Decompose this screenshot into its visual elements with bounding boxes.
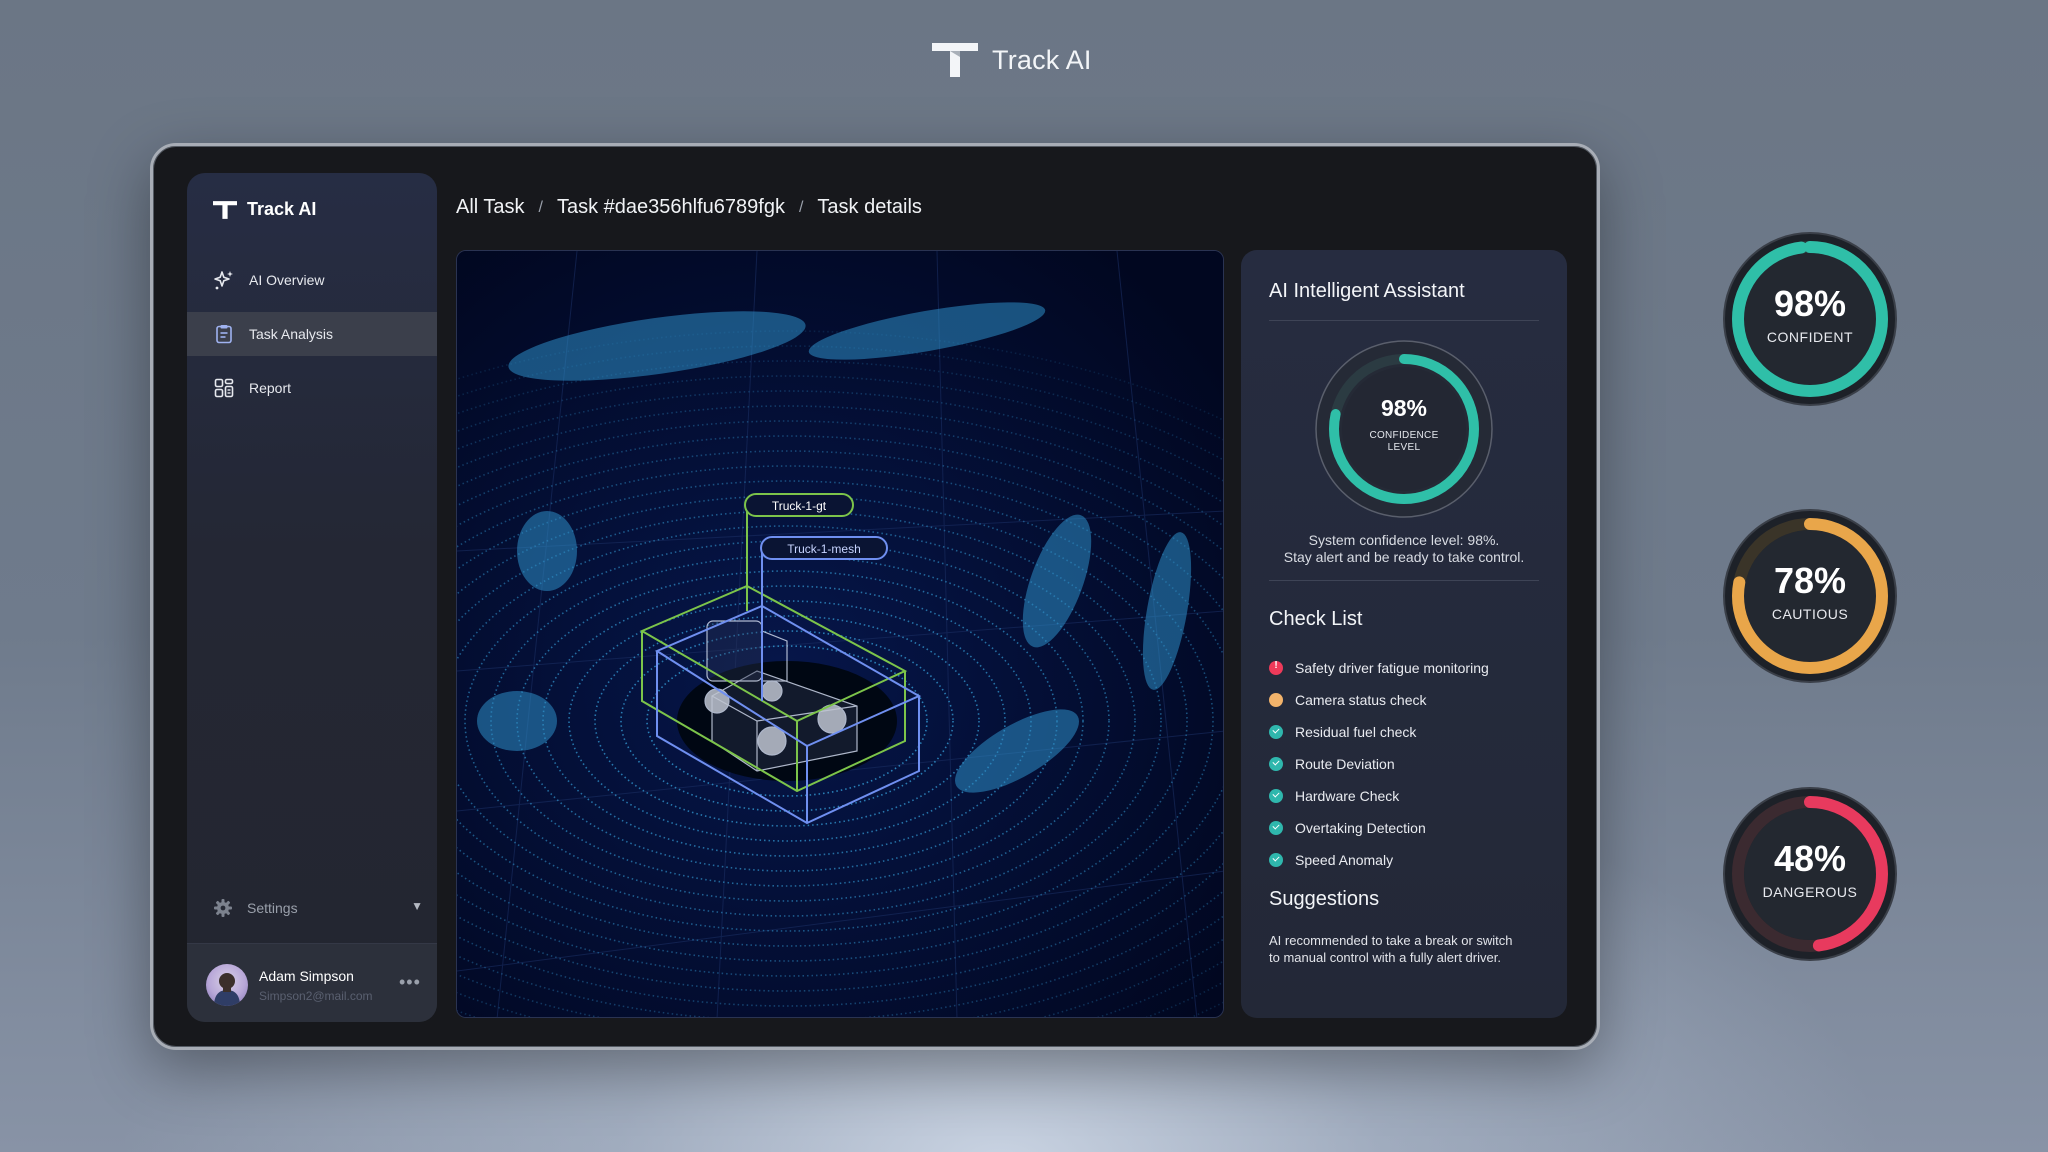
breadcrumb-separator: / xyxy=(798,198,804,216)
app-window: Track AI AI Overview Task Analysis Repor… xyxy=(150,143,1600,1050)
suggestions-text: AI recommended to take a break or switch… xyxy=(1269,933,1513,965)
check-status-icon xyxy=(1269,757,1283,771)
breadcrumb: All Task / Task #dae356hlfu6789fgk / Tas… xyxy=(456,196,922,219)
confidence-label: CONFIDENCE LEVEL xyxy=(1359,430,1449,454)
check-status-icon xyxy=(1269,853,1283,867)
settings-dropdown[interactable]: Settings ▼ xyxy=(213,893,423,923)
cautious-gauge-value: 78% xyxy=(1773,560,1847,601)
gear-icon xyxy=(214,899,232,917)
sidebar-item-label: AI Overview xyxy=(249,272,325,288)
sparkle-icon xyxy=(214,271,233,290)
checklist-item-label: Safety driver fatigue monitoring xyxy=(1295,660,1489,676)
track-ai-logo-icon xyxy=(932,43,978,77)
confident-gauge: 98% CONFIDENT xyxy=(1722,231,1898,407)
warning-status-icon xyxy=(1269,693,1283,707)
confidence-label-line2: LEVEL xyxy=(1387,442,1421,453)
confidence-value: 98% xyxy=(1380,395,1428,421)
sidebar-item-label: Report xyxy=(249,380,292,396)
confident-gauge-value: 98% xyxy=(1773,283,1847,324)
list-item[interactable]: Safety driver fatigue monitoring xyxy=(1269,652,1489,684)
sidebar-brand-name: Track AI xyxy=(247,199,317,219)
confident-gauge-label: CONFIDENT xyxy=(1766,329,1854,345)
chevron-down-icon: ▼ xyxy=(411,899,423,913)
suggestions-title: Suggestions xyxy=(1269,888,1380,910)
label-mesh: Truck-1-mesh xyxy=(760,536,888,560)
confidence-label-line1: CONFIDENCE xyxy=(1369,430,1439,441)
settings-label: Settings xyxy=(247,900,298,916)
divider xyxy=(1269,320,1539,321)
report-icon xyxy=(214,378,234,398)
lidar-point-cloud: Truck-1-gt Truck-1-mesh xyxy=(457,251,1223,1017)
confidence-gauge: 98% CONFIDENCE LEVEL xyxy=(1312,337,1496,521)
user-email: Simpson2@mail.com xyxy=(259,989,373,1003)
list-item[interactable]: Speed Anomaly xyxy=(1269,844,1489,876)
checklist-item-label: Route Deviation xyxy=(1295,756,1395,772)
label-mesh-text: Truck-1-mesh xyxy=(787,542,861,556)
cautious-gauge-label: CAUTIOUS xyxy=(1771,606,1849,622)
list-item[interactable]: Residual fuel check xyxy=(1269,716,1489,748)
list-item[interactable]: Route Deviation xyxy=(1269,748,1489,780)
user-name: Adam Simpson xyxy=(259,968,354,984)
clipboard-icon xyxy=(216,325,232,344)
cautious-gauge: 78% CAUTIOUS xyxy=(1722,508,1898,684)
list-item[interactable]: Hardware Check xyxy=(1269,780,1489,812)
list-item[interactable]: Camera status check xyxy=(1269,684,1489,716)
divider xyxy=(1269,580,1539,581)
confidence-message-line2: Stay alert and be ready to take control. xyxy=(1283,549,1525,565)
top-brand-name: Track AI xyxy=(992,44,1092,75)
check-status-icon xyxy=(1269,725,1283,739)
track-ai-logo-icon xyxy=(213,200,237,219)
breadcrumb-item-all-task[interactable]: All Task xyxy=(456,196,525,219)
checklist-item-label: Residual fuel check xyxy=(1295,724,1417,740)
label-gt: Truck-1-gt xyxy=(744,493,854,517)
checklist-title: Check List xyxy=(1269,608,1363,630)
checklist-item-label: Camera status check xyxy=(1295,692,1427,708)
sidebar-item-label: Task Analysis xyxy=(249,326,334,342)
checklist-item-label: Hardware Check xyxy=(1295,788,1400,804)
checklist-item-label: Speed Anomaly xyxy=(1295,852,1394,868)
error-status-icon xyxy=(1269,660,1283,675)
confidence-gauge-ring xyxy=(1315,340,1493,518)
more-options-icon[interactable]: ••• xyxy=(399,972,421,993)
confidence-message: System confidence level: 98%. Stay alert… xyxy=(1261,532,1547,566)
lidar-viewport[interactable]: Truck-1-gt Truck-1-mesh xyxy=(456,250,1224,1018)
breadcrumb-separator: / xyxy=(538,198,543,216)
avatar xyxy=(206,964,248,1006)
sidebar-item-ai-overview[interactable]: AI Overview xyxy=(187,258,437,302)
dangerous-gauge-value: 48% xyxy=(1773,838,1847,879)
breadcrumb-item-task[interactable]: Task #dae356hlfu6789fgk xyxy=(557,196,785,219)
top-brand: Track AI xyxy=(932,38,1092,82)
checklist-item-label: Overtaking Detection xyxy=(1295,820,1426,836)
breadcrumb-item-task-details: Task details xyxy=(817,196,922,218)
checklist: Safety driver fatigue monitoring Camera … xyxy=(1269,652,1489,876)
dangerous-gauge-label: DANGEROUS xyxy=(1762,884,1858,900)
sidebar-item-report[interactable]: Report xyxy=(187,366,437,410)
sidebar-item-task-analysis[interactable]: Task Analysis xyxy=(187,312,437,356)
list-item[interactable]: Overtaking Detection xyxy=(1269,812,1489,844)
check-status-icon xyxy=(1269,821,1283,835)
ai-assistant-panel: AI Intelligent Assistant 98% CONFIDENCE … xyxy=(1241,250,1567,1018)
label-gt-text: Truck-1-gt xyxy=(772,499,827,513)
dangerous-gauge: 48% DANGEROUS xyxy=(1722,786,1898,962)
sidebar: Track AI AI Overview Task Analysis Repor… xyxy=(187,173,437,1022)
assistant-title: AI Intelligent Assistant xyxy=(1269,280,1465,302)
sidebar-brand[interactable]: Track AI xyxy=(213,199,316,220)
confidence-message-line1: System confidence level: 98%. xyxy=(1308,532,1500,548)
check-status-icon xyxy=(1269,789,1283,803)
user-card[interactable]: Adam Simpson Simpson2@mail.com ••• xyxy=(187,943,437,1022)
